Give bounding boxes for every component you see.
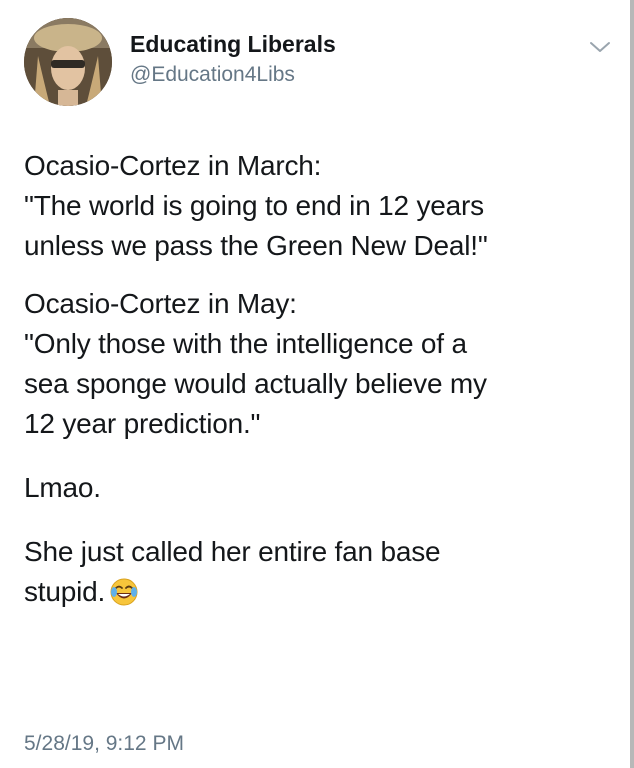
tweet-timestamp[interactable]: 5/28/19, 9:12 PM <box>24 732 184 756</box>
tweet-line: sea sponge would actually believe my <box>24 368 487 399</box>
tweet-line: Ocasio-Cortez in March: <box>24 150 322 181</box>
user-handle[interactable]: @Education4Libs <box>130 63 295 87</box>
tweet-line: Lmao. <box>24 472 101 503</box>
tweet-text: Ocasio-Cortez in March: "The world is go… <box>24 146 614 612</box>
tweet-line: unless we pass the Green New Deal!" <box>24 230 488 261</box>
tweet-line: Ocasio-Cortez in May: <box>24 288 297 319</box>
avatar[interactable] <box>24 18 112 106</box>
tweet-line: 12 year prediction." <box>24 408 261 439</box>
tweet-line: She just called her entire fan base <box>24 536 441 567</box>
tweet-line: "Only those with the intelligence of a <box>24 328 467 359</box>
scrollbar-edge <box>630 0 634 768</box>
tweet-line: stupid. <box>24 576 106 607</box>
face-with-tears-of-joy-icon <box>109 577 139 607</box>
tweet-line: "The world is going to end in 12 years <box>24 190 484 221</box>
tweet-line-last: stupid. <box>24 572 614 612</box>
display-name[interactable]: Educating Liberals <box>130 31 336 58</box>
tweet-card: Educating Liberals @Education4Libs Ocasi… <box>0 0 634 768</box>
chevron-down-icon[interactable] <box>588 38 612 56</box>
